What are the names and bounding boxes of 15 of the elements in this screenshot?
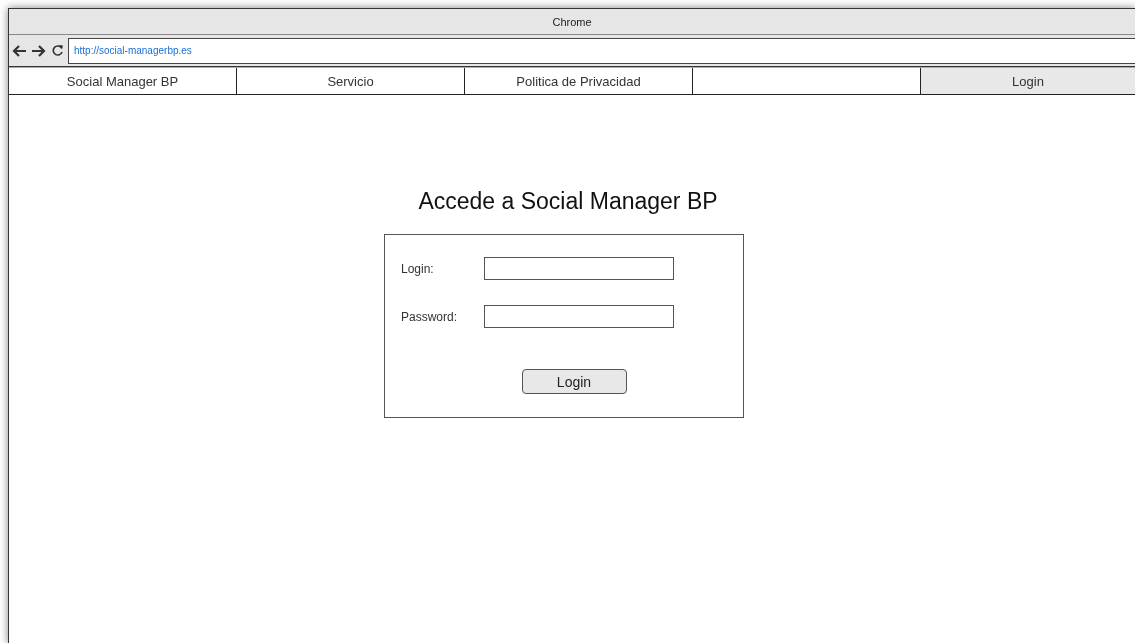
- window-title: Chrome: [552, 15, 592, 28]
- field-label: Password:: [401, 309, 459, 324]
- page-heading: Accede a Social Manager BP: [418, 188, 718, 215]
- field-label: Login:: [401, 261, 435, 276]
- input-field[interactable]: [484, 257, 674, 280]
- forward-icon[interactable]: [31, 43, 47, 58]
- nav-tab[interactable]: Servicio: [237, 68, 465, 94]
- input-field[interactable]: [484, 305, 674, 328]
- address-field[interactable]: http://social-managerbp.es: [68, 37, 1135, 64]
- back-icon[interactable]: [11, 43, 27, 58]
- nav-tab[interactable]: Social Manager BP: [9, 68, 237, 94]
- nav-tab[interactable]: Login: [921, 68, 1135, 94]
- login-button[interactable]: Login: [521, 369, 627, 394]
- reload-icon[interactable]: [51, 44, 64, 57]
- nav-tab[interactable]: Politica de Privacidad: [465, 68, 693, 94]
